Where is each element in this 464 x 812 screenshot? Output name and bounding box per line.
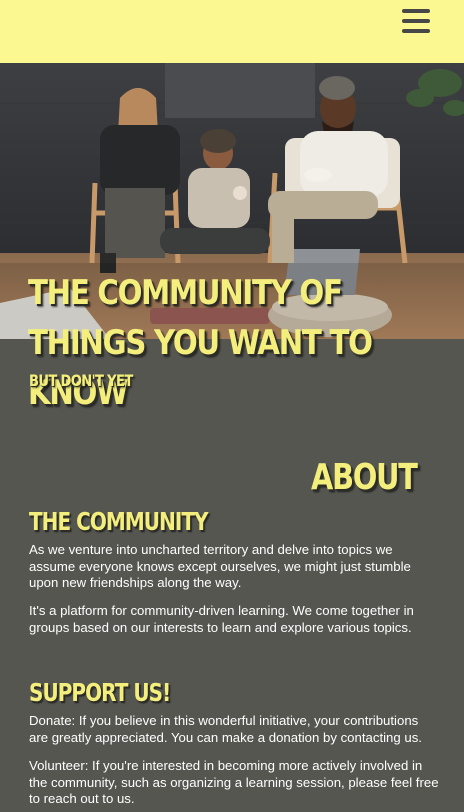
menu-line xyxy=(402,29,430,33)
support-section-title: SUPPORT US! xyxy=(29,678,171,707)
community-section-title: THE COMMUNITY xyxy=(29,507,209,536)
menu-line xyxy=(402,19,430,23)
page: THE COMMUNITY OF THINGS YOU WANT TO KNOW… xyxy=(0,0,464,812)
top-bar xyxy=(0,0,464,63)
hero-headline: THE COMMUNITY OF THINGS YOU WANT TO KNOW xyxy=(28,273,373,413)
menu-line xyxy=(402,9,430,13)
hamburger-menu-icon[interactable] xyxy=(402,8,430,34)
hero-subheadline: BUT DON'T YET xyxy=(29,371,133,390)
community-paragraph: As we venture into uncharted territory a… xyxy=(29,542,411,590)
volunteer-paragraph: Volunteer: If you're interested in becom… xyxy=(29,758,439,806)
donate-paragraph: Donate: If you believe in this wonderful… xyxy=(29,713,422,745)
about-title: ABOUT xyxy=(311,457,418,498)
community-paragraph: It's a platform for community-driven lea… xyxy=(29,603,414,635)
